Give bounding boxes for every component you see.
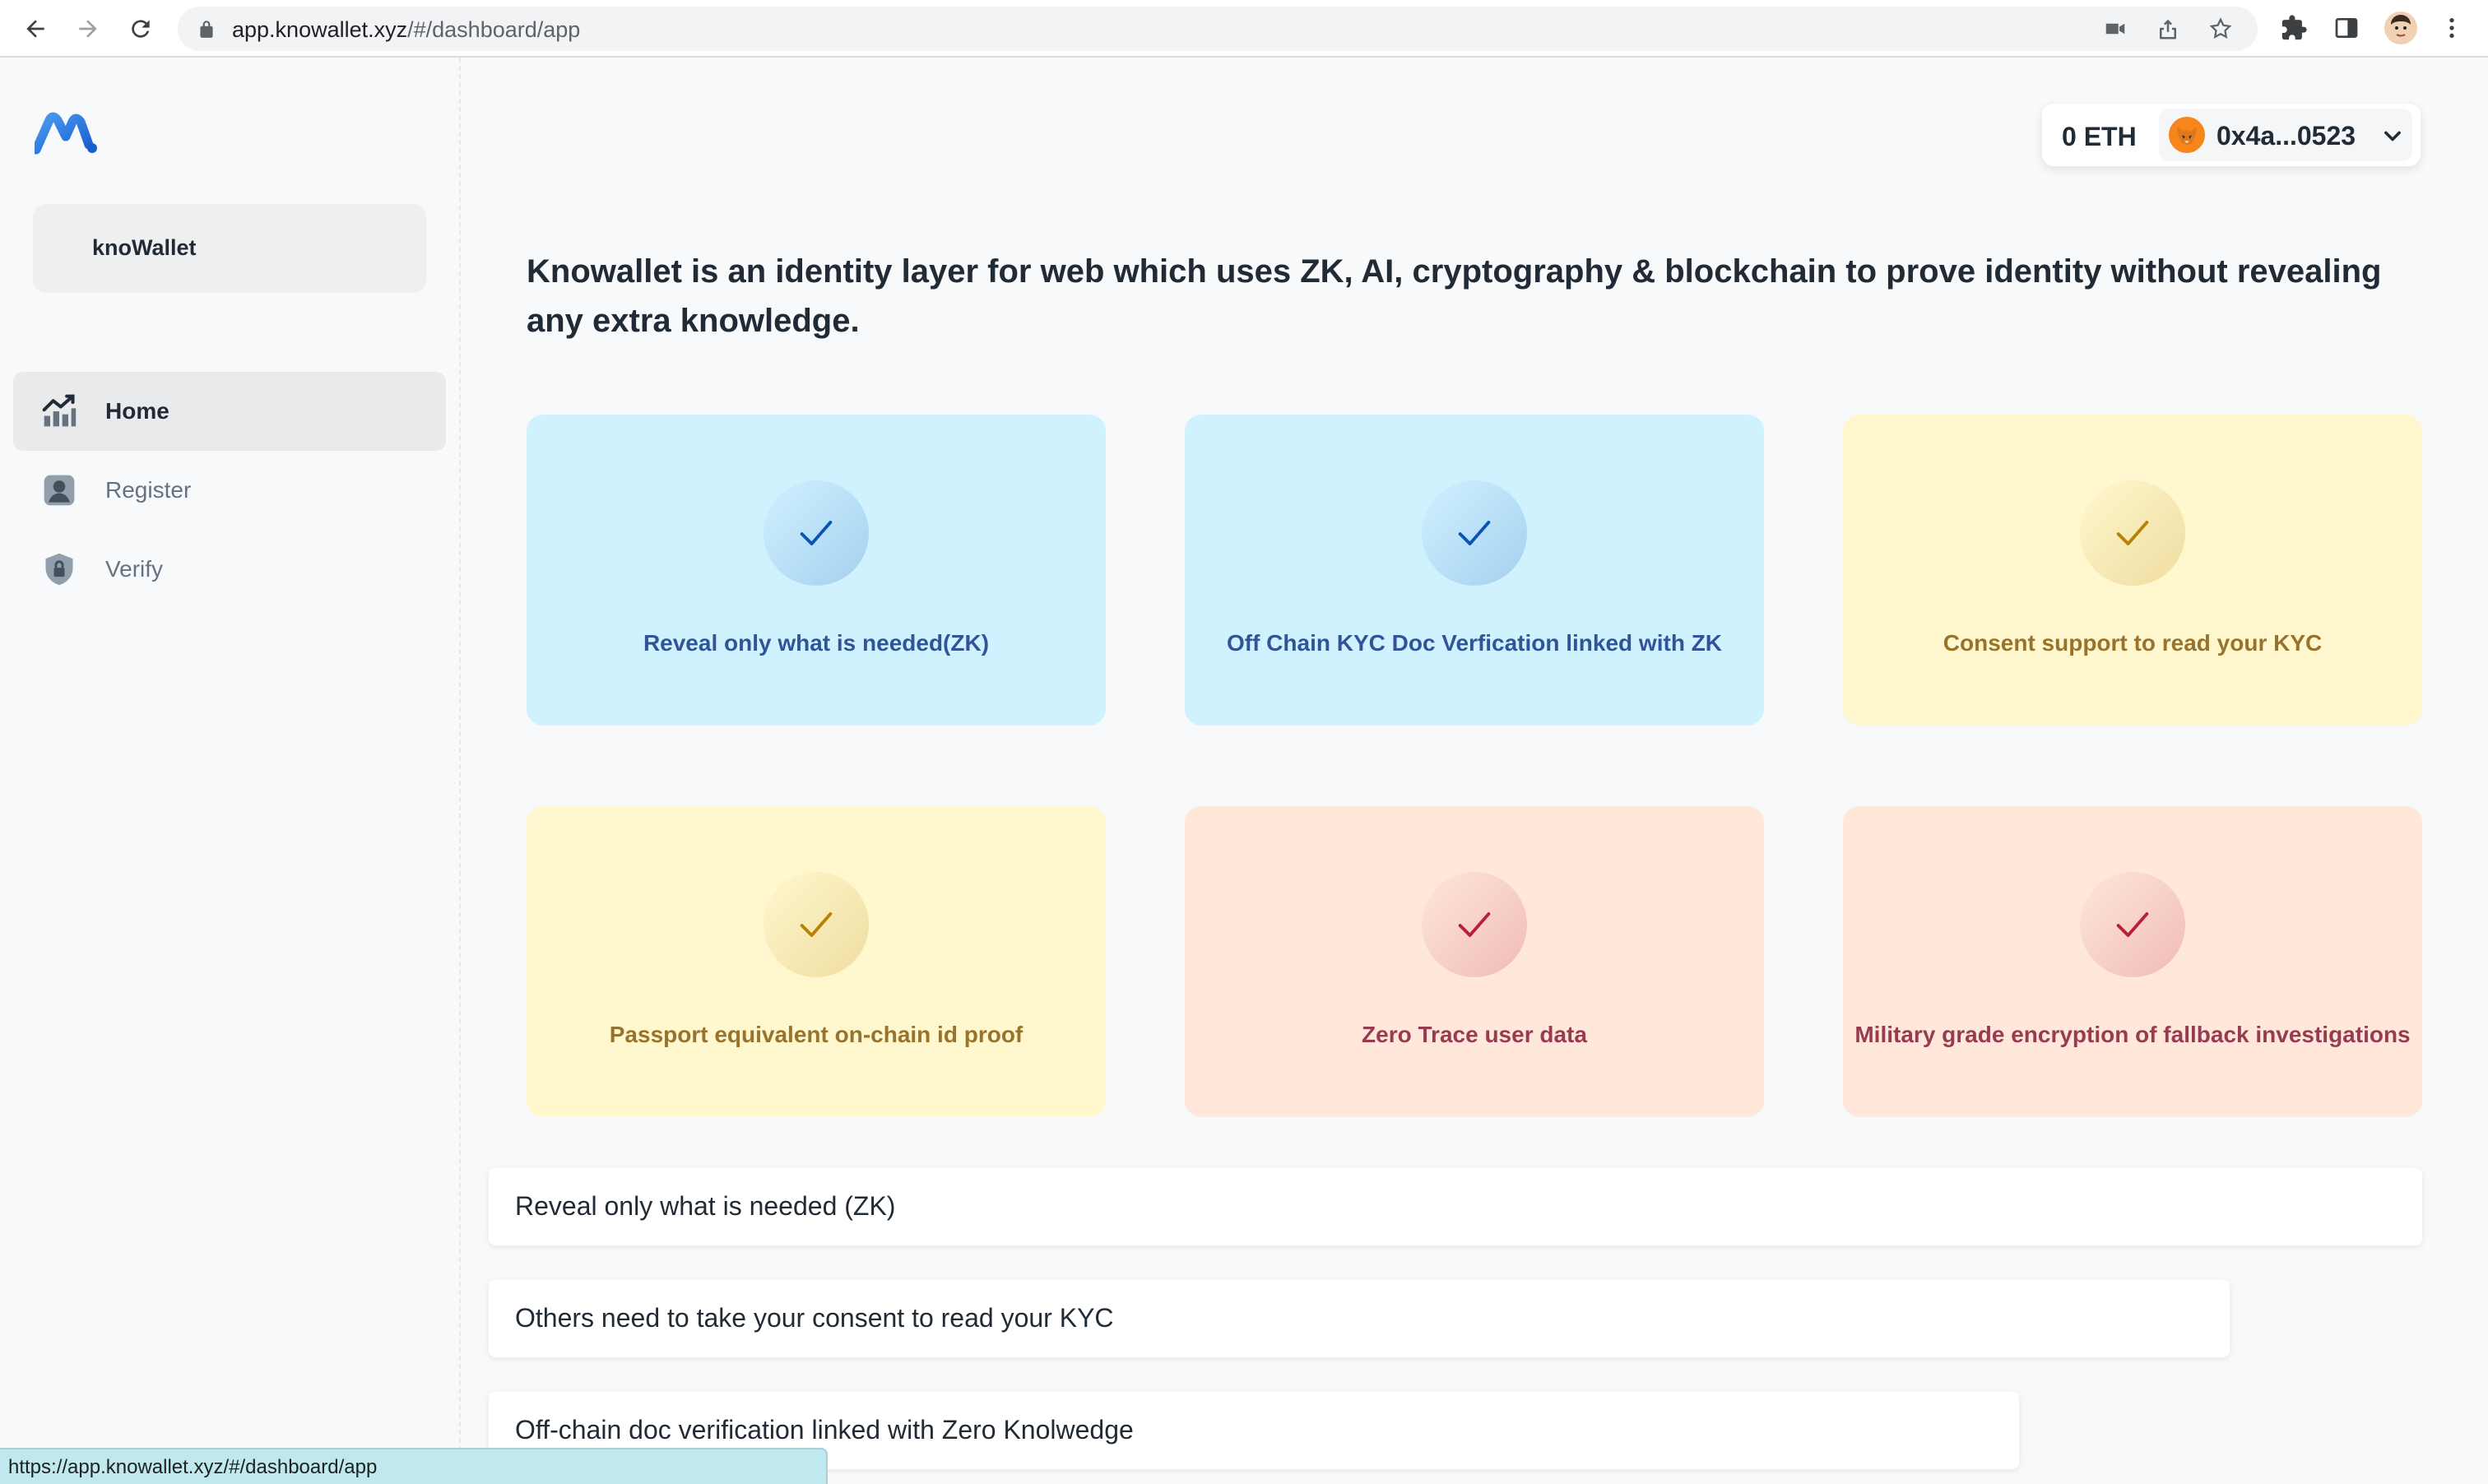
back-icon[interactable]	[18, 12, 53, 46]
check-icon	[1422, 872, 1527, 977]
feature-label: Zero Trace user data	[1362, 1022, 1587, 1047]
account-button[interactable]: 0x4a...0523	[2159, 109, 2412, 161]
info-bar-text: Reveal only what is needed (ZK)	[515, 1191, 896, 1221]
feature-card: Off Chain KYC Doc Verfication linked wit…	[1185, 415, 1764, 726]
user-icon	[44, 475, 75, 506]
side-panel-icon[interactable]	[2332, 13, 2361, 43]
sidebar: knoWallet Home Register Verify	[0, 58, 461, 1484]
check-icon	[2080, 480, 2185, 586]
more-menu-icon[interactable]	[2437, 13, 2467, 43]
feature-card: Military grade encryption of fallback in…	[1843, 806, 2422, 1117]
forward-icon[interactable]	[71, 12, 105, 46]
shield-lock-icon	[45, 553, 73, 586]
sidebar-item-verify[interactable]: Verify	[13, 530, 446, 609]
info-bar-text: Others need to take your consent to read…	[515, 1303, 1114, 1333]
feature-card: Passport equivalent on-chain id proof	[527, 806, 1106, 1117]
profile-avatar[interactable]	[2384, 12, 2417, 44]
check-icon	[764, 480, 869, 586]
camera-off-icon[interactable]	[2103, 16, 2128, 41]
feature-label: Consent support to read your KYC	[1943, 630, 2323, 656]
account-name: knoWallet	[92, 235, 197, 260]
browser-toolbar: app.knowallet.xyz/#/dashboard/app	[0, 0, 2488, 58]
chevron-down-icon	[2384, 131, 2401, 141]
bookmark-star-icon[interactable]	[2208, 16, 2233, 41]
eth-balance: 0 ETH	[2062, 122, 2137, 151]
url-host: app.knowallet.xyz	[232, 17, 408, 42]
analytics-icon	[42, 394, 77, 427]
feature-label: Reveal only what is needed(ZK)	[643, 630, 990, 656]
sidebar-item-register[interactable]: Register	[13, 451, 446, 530]
status-bar-url: https://app.knowallet.xyz/#/dashboard/ap…	[0, 1448, 828, 1484]
status-url-text: https://app.knowallet.xyz/#/dashboard/ap…	[8, 1456, 378, 1478]
feature-label: Passport equivalent on-chain id proof	[609, 1022, 1024, 1047]
info-bar: Reveal only what is needed (ZK)	[489, 1168, 2422, 1245]
sidebar-item-home[interactable]: Home	[13, 372, 446, 451]
info-bar-text: Off-chain doc verification linked with Z…	[515, 1415, 1134, 1445]
url-text[interactable]: app.knowallet.xyz/#/dashboard/app	[232, 17, 580, 43]
account-card[interactable]: knoWallet	[33, 204, 426, 293]
intro-heading: Knowallet is an identity layer for web w…	[527, 253, 2382, 339]
sidebar-item-label: Home	[105, 398, 169, 424]
sidebar-item-label: Verify	[105, 556, 164, 582]
lock-icon[interactable]	[196, 18, 217, 39]
sidebar-item-label: Register	[105, 477, 192, 503]
check-icon	[1422, 480, 1527, 586]
extensions-icon[interactable]	[2279, 13, 2309, 43]
wallet-address: 0x4a...0523	[2216, 121, 2356, 151]
feature-card: Zero Trace user data	[1185, 806, 1764, 1117]
feature-card: Reveal only what is needed(ZK)	[527, 415, 1106, 726]
brand-logo[interactable]	[35, 112, 99, 155]
metamask-fox-icon	[2169, 117, 2205, 153]
address-bar[interactable]: app.knowallet.xyz/#/dashboard/app	[178, 7, 2258, 51]
feature-label: Military grade encryption of fallback in…	[1854, 1022, 2411, 1047]
reload-icon[interactable]	[123, 12, 158, 46]
share-icon[interactable]	[2156, 16, 2180, 41]
url-path: /#/dashboard/app	[407, 17, 581, 42]
check-icon	[2080, 872, 2185, 977]
feature-label: Off Chain KYC Doc Verfication linked wit…	[1226, 630, 1723, 656]
wallet-widget: 0 ETH 0x4a...0523	[2042, 104, 2421, 166]
check-icon	[764, 872, 869, 977]
feature-card: Consent support to read your KYC	[1843, 415, 2422, 726]
info-bar: Others need to take your consent to read…	[489, 1280, 2230, 1357]
